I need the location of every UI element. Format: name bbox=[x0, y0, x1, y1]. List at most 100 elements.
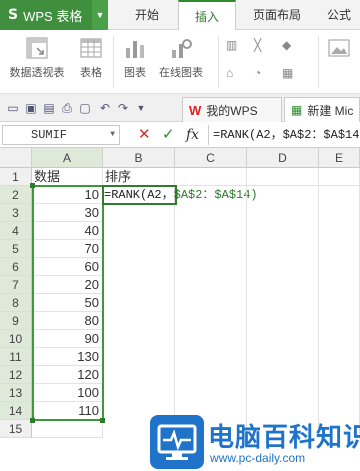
row-header-2[interactable]: 2 bbox=[0, 186, 32, 204]
cell-a8[interactable]: 50 bbox=[32, 294, 103, 312]
cell-b2-editing[interactable]: =RANK(A2，$A$2：$A$14) bbox=[103, 186, 258, 204]
cell-a10[interactable]: 90 bbox=[32, 330, 103, 348]
export-pdf-icon[interactable]: ▤ bbox=[42, 101, 56, 115]
row-header-4[interactable]: 4 bbox=[0, 222, 32, 240]
new-sheet-icon: ▦ bbox=[291, 103, 303, 117]
cell-a12[interactable]: 120 bbox=[32, 366, 103, 384]
document-tab-bar: ▭ ▣ ▤ ⎙ ▢ ↶ ↷ ▼ W 我的WPS ▦ 新建 Mic bbox=[0, 94, 360, 122]
row-header-3[interactable]: 3 bbox=[0, 204, 32, 222]
column-e-cells[interactable] bbox=[319, 186, 360, 438]
name-box[interactable]: SUMIF ▼ bbox=[2, 125, 120, 145]
cell-b1[interactable]: 排序 bbox=[103, 168, 175, 186]
cell-d1[interactable] bbox=[247, 168, 319, 186]
formula-input[interactable]: =RANK(A2，$A$2：$A$14) bbox=[208, 125, 360, 145]
wps-logo-icon: S bbox=[8, 7, 19, 23]
wps-home-icon: W bbox=[189, 102, 202, 118]
column-header-c[interactable]: C bbox=[175, 148, 247, 168]
doc-tab-new-sheet[interactable]: ▦ 新建 Mic bbox=[284, 97, 360, 122]
pivot-table-button[interactable]: 数据透视表 bbox=[4, 36, 70, 80]
open-folder-icon[interactable]: ▭ bbox=[6, 101, 20, 115]
row-header-1[interactable]: 1 bbox=[0, 168, 32, 186]
wps-app-menu-button[interactable]: S WPS 表格 ▼ bbox=[0, 0, 108, 30]
cell-a6[interactable]: 60 bbox=[32, 258, 103, 276]
area-chart-icon[interactable]: ◆ bbox=[282, 38, 291, 52]
table-icon bbox=[79, 36, 103, 60]
cell-a3[interactable]: 30 bbox=[32, 204, 103, 222]
row-header-9[interactable]: 9 bbox=[0, 312, 32, 330]
print-preview-icon[interactable]: ▢ bbox=[78, 101, 92, 115]
picture-icon bbox=[327, 36, 351, 60]
cell-c1[interactable] bbox=[175, 168, 247, 186]
range-corner-handle[interactable] bbox=[30, 418, 35, 423]
cell-a11[interactable]: 130 bbox=[32, 348, 103, 366]
tab-insert[interactable]: 插入 bbox=[178, 0, 236, 31]
column-d-cells[interactable] bbox=[247, 186, 319, 438]
cell-a14[interactable]: 110 bbox=[32, 402, 103, 420]
save-icon[interactable]: ▣ bbox=[24, 101, 38, 115]
table-label: 表格 bbox=[80, 67, 102, 79]
line-chart-icon[interactable]: ╳ bbox=[254, 38, 261, 52]
column-c-cells[interactable] bbox=[175, 186, 247, 438]
chart-icon bbox=[123, 36, 147, 60]
cell-a9[interactable]: 80 bbox=[32, 312, 103, 330]
fill-handle[interactable] bbox=[100, 418, 105, 423]
row-header-13[interactable]: 13 bbox=[0, 384, 32, 402]
more-button[interactable] bbox=[324, 36, 354, 64]
cell-a2[interactable]: 10 bbox=[32, 186, 103, 204]
column-header-d[interactable]: D bbox=[247, 148, 319, 168]
row-header-14[interactable]: 14 bbox=[0, 402, 32, 420]
ribbon-divider bbox=[113, 36, 114, 88]
cell-e1[interactable] bbox=[319, 168, 360, 186]
cell-a4[interactable]: 40 bbox=[32, 222, 103, 240]
print-icon[interactable]: ⎙ bbox=[60, 101, 74, 115]
chevron-down-icon[interactable]: ▼ bbox=[134, 101, 148, 115]
scatter-chart-icon[interactable]: ⌂ bbox=[226, 66, 233, 80]
chevron-down-icon[interactable]: ▼ bbox=[92, 0, 108, 30]
name-box-value: SUMIF bbox=[31, 128, 68, 142]
app-name: WPS 表格 bbox=[23, 8, 83, 24]
undo-icon[interactable]: ↶ bbox=[98, 101, 112, 115]
ribbon-divider bbox=[318, 36, 319, 88]
pivot-table-icon bbox=[25, 36, 49, 60]
row-header-8[interactable]: 8 bbox=[0, 294, 32, 312]
tab-home[interactable]: 开始 bbox=[120, 0, 174, 30]
chart-button[interactable]: 图表 bbox=[118, 36, 152, 80]
column-header-a[interactable]: A bbox=[32, 148, 103, 168]
monitor-logo-icon bbox=[150, 415, 204, 469]
table-button[interactable]: 表格 bbox=[74, 36, 108, 80]
online-chart-label: 在线图表 bbox=[159, 67, 203, 79]
ribbon-insert: 数据透视表 表格 图表 在线图表 ▥ ╳ ◆ ⌂ ◔ ▦ bbox=[0, 30, 360, 94]
cell-a7[interactable]: 20 bbox=[32, 276, 103, 294]
online-chart-button[interactable]: 在线图表 bbox=[156, 36, 206, 80]
row-header-10[interactable]: 10 bbox=[0, 330, 32, 348]
site-watermark: 电脑百科知识 www.pc-daily.com bbox=[150, 413, 360, 471]
cell-a5[interactable]: 70 bbox=[32, 240, 103, 258]
tab-page-layout[interactable]: 页面布局 bbox=[244, 0, 310, 30]
column-b-cells[interactable] bbox=[103, 204, 175, 438]
column-header-b[interactable]: B bbox=[103, 148, 175, 168]
cancel-icon[interactable]: ✕ bbox=[138, 126, 151, 144]
row-header-5[interactable]: 5 bbox=[0, 240, 32, 258]
watermark-url: www.pc-daily.com bbox=[210, 451, 306, 465]
row-header-15[interactable]: 15 bbox=[0, 420, 32, 438]
other-chart-icon[interactable]: ▦ bbox=[282, 66, 293, 80]
tab-formulas[interactable]: 公式 bbox=[318, 0, 360, 30]
cell-a13[interactable]: 100 bbox=[32, 384, 103, 402]
row-header-12[interactable]: 12 bbox=[0, 366, 32, 384]
insert-function-icon[interactable]: fx bbox=[186, 126, 199, 144]
chevron-down-icon[interactable]: ▼ bbox=[110, 126, 115, 144]
column-chart-icon[interactable]: ▥ bbox=[226, 38, 237, 52]
redo-icon[interactable]: ↷ bbox=[116, 101, 130, 115]
row-header-6[interactable]: 6 bbox=[0, 258, 32, 276]
column-header-e[interactable]: E bbox=[319, 148, 360, 168]
cell-a15[interactable] bbox=[32, 420, 103, 438]
range-corner-handle[interactable] bbox=[30, 183, 35, 188]
enter-icon[interactable]: ✓ bbox=[162, 126, 175, 144]
select-all-corner[interactable] bbox=[0, 148, 32, 168]
doc-tab-my-wps[interactable]: W 我的WPS bbox=[182, 97, 282, 122]
cell-a1[interactable]: 数据 bbox=[32, 168, 103, 186]
pie-chart-icon[interactable]: ◔ bbox=[254, 66, 261, 80]
row-header-7[interactable]: 7 bbox=[0, 276, 32, 294]
ribbon-divider bbox=[218, 36, 219, 88]
row-header-11[interactable]: 11 bbox=[0, 348, 32, 366]
